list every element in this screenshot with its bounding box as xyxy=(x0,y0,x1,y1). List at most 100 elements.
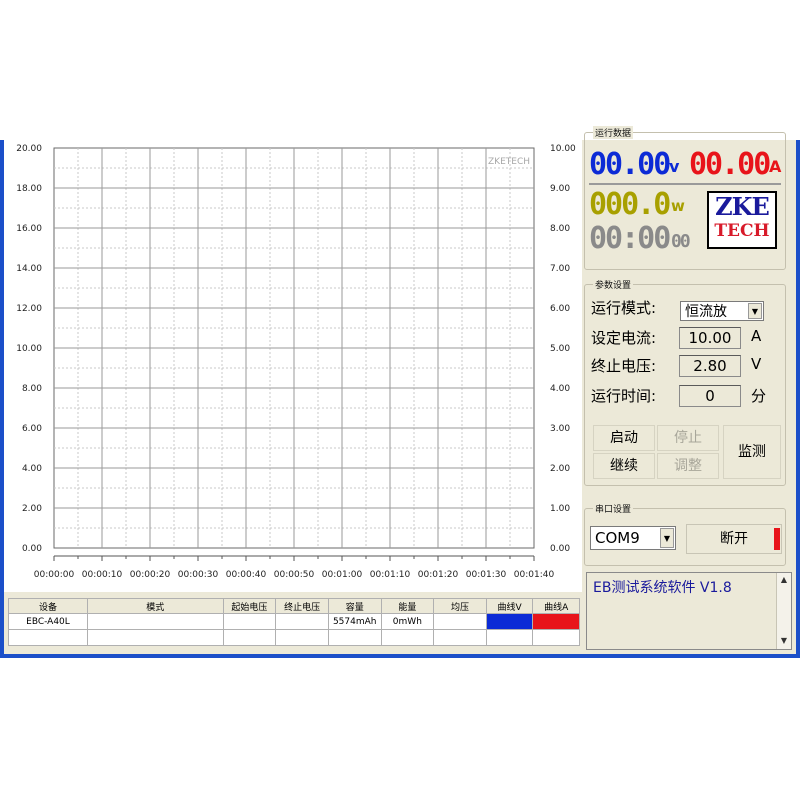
y-left-tick-label: 16.00 xyxy=(16,224,42,234)
y-right-tick-label: 2.00 xyxy=(550,464,570,474)
chart-watermark: ZKETECH xyxy=(488,157,530,167)
y-right-tick-label: 5.00 xyxy=(550,344,570,354)
chart-area: 0.00 2.00 4.00 6.00 8.00 10.00 12.00 14.00 16.00… xyxy=(4,140,582,592)
col-avg-voltage: 均压 xyxy=(433,598,487,614)
cutoff-voltage-unit: V xyxy=(751,355,762,373)
cell-avg-voltage xyxy=(433,613,487,630)
col-mode: 模式 xyxy=(86,598,224,614)
mode-select[interactable]: 恒流放 ▼ xyxy=(680,301,764,321)
logo-text-tech: TECH xyxy=(714,221,770,241)
chevron-down-icon[interactable]: ▼ xyxy=(660,528,674,548)
run-data-panel: 运行数据 00.00 v 00.00 A 000.0 w 00:00 00 ZK… xyxy=(584,126,786,270)
y-left-tick-label: 0.00 xyxy=(22,544,42,554)
x-tick-label: 00:00:50 xyxy=(274,570,315,580)
zketech-logo: ZKE TECH xyxy=(707,191,777,249)
y-right-tick-label: 4.00 xyxy=(550,384,570,394)
x-tick-label: 00:01:40 xyxy=(514,570,555,580)
info-scrollbar[interactable]: ▲ ▼ xyxy=(776,573,791,649)
col-energy: 能量 xyxy=(380,598,435,614)
x-tick-label: 00:00:20 xyxy=(130,570,171,580)
power-unit: w xyxy=(671,197,685,215)
col-curve-a: 曲线A xyxy=(532,598,580,614)
time-readout: 00:00 xyxy=(589,221,671,256)
monitor-button[interactable]: 监测 xyxy=(723,425,781,479)
cell-energy: 0mWh xyxy=(380,613,435,630)
x-tick-label: 00:01:30 xyxy=(466,570,507,580)
voltage-current-chart: 0.00 2.00 4.00 6.00 8.00 10.00 12.00 14.00 16.00… xyxy=(16,144,576,580)
logo-text-zke: ZKE xyxy=(715,192,770,221)
com-port-select[interactable]: COM9 ▼ xyxy=(590,526,676,550)
log-table: 设备 模式 起始电压 终止电压 容量 能量 均压 曲线V 曲线A EBC-A40… xyxy=(8,598,580,646)
y-right-tick-label: 7.00 xyxy=(550,264,570,274)
curve-v-color-swatch[interactable] xyxy=(485,613,534,630)
y-left-tick-label: 10.00 xyxy=(16,344,42,354)
empty-cell xyxy=(86,629,224,646)
y-right-tick-label: 6.00 xyxy=(550,304,570,314)
empty-cell xyxy=(433,629,487,646)
empty-cell xyxy=(327,629,382,646)
cutoff-voltage-field[interactable]: 2.80 xyxy=(679,355,741,377)
runtime-unit: 分 xyxy=(751,387,767,405)
cutoff-label: 终止电压: xyxy=(591,357,657,375)
x-tick-label: 00:01:00 xyxy=(322,570,363,580)
y-left-tick-label: 4.00 xyxy=(22,464,42,474)
disconnect-button[interactable]: 断开 xyxy=(686,524,782,554)
scroll-up-icon[interactable]: ▲ xyxy=(777,574,791,586)
current-label: 设定电流: xyxy=(591,329,657,347)
runtime-field[interactable]: 0 xyxy=(679,385,741,407)
col-curve-v: 曲线V xyxy=(485,598,534,614)
empty-cell xyxy=(275,629,329,646)
y-right-tick-label: 8.00 xyxy=(550,224,570,234)
mode-label: 运行模式: xyxy=(591,299,657,317)
table-row[interactable]: EBC-A40L 5574mAh 0mWh xyxy=(8,613,580,630)
col-end-voltage: 终止电压 xyxy=(275,598,329,614)
x-tick-label: 00:00:40 xyxy=(226,570,267,580)
col-capacity: 容量 xyxy=(327,598,382,614)
params-title: 参数设置 xyxy=(593,278,634,291)
scroll-down-icon[interactable]: ▼ xyxy=(777,635,791,647)
com-port-value: COM9 xyxy=(595,529,640,547)
chevron-down-icon[interactable]: ▼ xyxy=(748,303,762,319)
info-text: EB测试系统软件 V1.8 xyxy=(593,580,732,596)
x-tick-label: 00:01:20 xyxy=(418,570,459,580)
y-right-tick-label: 1.00 xyxy=(550,504,570,514)
table-row xyxy=(8,629,580,646)
y-right-tick-label: 0.00 xyxy=(550,544,570,554)
y-left-tick-label: 18.00 xyxy=(16,184,42,194)
cell-start-voltage xyxy=(222,613,277,630)
serial-title: 串口设置 xyxy=(593,502,634,515)
connection-indicator xyxy=(774,528,780,550)
cell-capacity: 5574mAh xyxy=(327,613,382,630)
y-left-tick-label: 6.00 xyxy=(22,424,42,434)
col-start-voltage: 起始电压 xyxy=(222,598,277,614)
start-button[interactable]: 启动 xyxy=(593,425,655,451)
y-left-tick-label: 12.00 xyxy=(16,304,42,314)
curve-a-color-swatch[interactable] xyxy=(532,613,580,630)
empty-cell xyxy=(380,629,435,646)
client-area: 0.00 2.00 4.00 6.00 8.00 10.00 12.00 14.00 16.00… xyxy=(4,126,796,654)
y-right-tick-label: 10.00 xyxy=(550,144,576,154)
current-setpoint-unit: A xyxy=(751,327,762,345)
voltage-readout: 00.00 xyxy=(589,147,671,182)
empty-cell xyxy=(485,629,534,646)
x-tick-label: 00:00:30 xyxy=(178,570,219,580)
lcd-divider xyxy=(589,183,781,185)
x-tick-label: 00:00:00 xyxy=(34,570,75,580)
power-readout: 000.0 xyxy=(589,187,671,222)
y-left-tick-label: 2.00 xyxy=(22,504,42,514)
adjust-button[interactable]: 调整 xyxy=(657,453,719,479)
y-left-tick-label: 20.00 xyxy=(16,144,42,154)
current-readout: 00.00 xyxy=(689,147,771,182)
current-setpoint-field[interactable]: 10.00 xyxy=(679,327,741,349)
continue-button[interactable]: 继续 xyxy=(593,453,655,479)
empty-cell xyxy=(222,629,277,646)
info-textbox[interactable]: EB测试系统软件 V1.8 ▲ ▼ xyxy=(586,572,792,650)
stop-button[interactable]: 停止 xyxy=(657,425,719,451)
voltage-unit: v xyxy=(669,157,680,176)
runtime-label: 运行时间: xyxy=(591,387,657,405)
app-window: 0.00 2.00 4.00 6.00 8.00 10.00 12.00 14.00 16.00… xyxy=(0,126,800,658)
y-right-tick-label: 9.00 xyxy=(550,184,570,194)
y-left-tick-label: 14.00 xyxy=(16,264,42,274)
col-device: 设备 xyxy=(8,598,88,614)
current-unit: A xyxy=(769,157,782,176)
